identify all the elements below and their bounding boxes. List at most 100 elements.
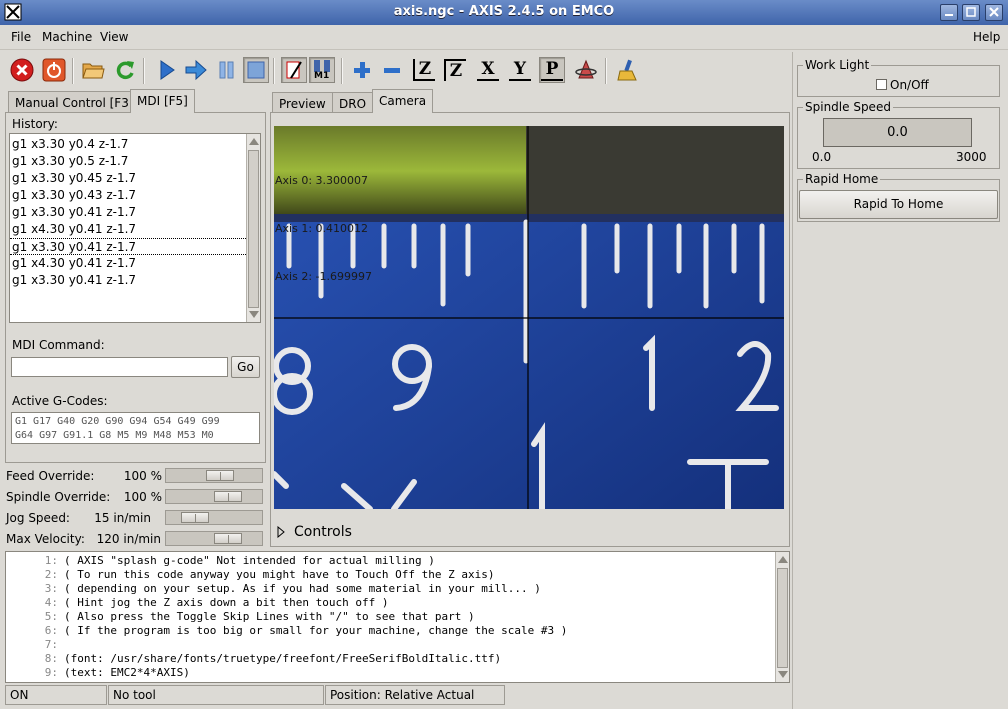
close-icon: [989, 7, 999, 17]
history-item[interactable]: g1 x3.30 y0.43 z-1.7: [10, 187, 246, 204]
history-item[interactable]: g1 x4.30 y0.41 z-1.7: [10, 221, 246, 238]
history-item[interactable]: g1 x3.30 y0.41 z-1.7: [10, 204, 246, 221]
feed-override-slider[interactable]: [165, 468, 263, 483]
status-position: Position: Relative Actual: [325, 685, 505, 705]
slider-knob[interactable]: [181, 512, 209, 523]
open-file-button[interactable]: [80, 57, 106, 83]
toolbar-separator: [72, 58, 74, 84]
view-p-button[interactable]: P: [539, 57, 565, 83]
gcode-listing[interactable]: 1:( AXIS "splash g-code" Not intended fo…: [5, 551, 790, 683]
gcode-line[interactable]: 1:( AXIS "splash g-code" Not intended fo…: [6, 554, 789, 568]
axis0-readout: Axis 0: 3.300007: [275, 174, 369, 187]
gcode-line[interactable]: 3:( depending on your setup. As if you h…: [6, 582, 789, 596]
gcode-line[interactable]: 6:( If the program is too big or small f…: [6, 624, 789, 638]
work-light-group: Work Light On/Off: [797, 58, 1000, 97]
gcode-line[interactable]: 4:( Hint jog the Z axis down a bit then …: [6, 596, 789, 610]
gcode-line[interactable]: 5:( Also press the Toggle Skip Lines wit…: [6, 610, 789, 624]
scroll-up-icon[interactable]: [249, 138, 259, 145]
step-icon: [185, 59, 207, 81]
feed-override-label: Feed Override:: [6, 469, 95, 483]
tab-preview[interactable]: Preview: [272, 92, 333, 113]
pause-button[interactable]: [213, 57, 239, 83]
block-delete-button[interactable]: [281, 57, 307, 83]
machine-power-icon: [42, 58, 66, 82]
tab-camera[interactable]: Camera: [372, 89, 434, 113]
view-x-button[interactable]: X: [475, 57, 501, 83]
rapid-to-home-button[interactable]: Rapid To Home: [799, 190, 998, 219]
scroll-down-icon[interactable]: [778, 671, 788, 678]
mdi-command-input[interactable]: [11, 357, 228, 377]
machine-power-button[interactable]: [41, 57, 67, 83]
history-scrollbar[interactable]: [246, 134, 260, 322]
active-gcodes-box: G1 G17 G40 G20 G90 G94 G54 G49 G99 G64 G9…: [11, 412, 260, 444]
work-light-title: Work Light: [803, 58, 872, 72]
rapid-home-title: Rapid Home: [803, 172, 881, 186]
estop-button[interactable]: [9, 57, 35, 83]
zoom-out-button[interactable]: [379, 57, 405, 83]
zoom-in-button[interactable]: [349, 57, 375, 83]
history-item[interactable]: g1 x3.30 y0.5 z-1.7: [10, 153, 246, 170]
maximize-button[interactable]: [962, 4, 980, 21]
scroll-down-icon[interactable]: [249, 311, 259, 318]
slider-knob[interactable]: [214, 533, 242, 544]
view-z-button[interactable]: Z: [411, 57, 437, 83]
tab-mdi[interactable]: MDI [F5]: [130, 89, 195, 113]
history-label: History:: [12, 117, 58, 131]
tab-manual-control[interactable]: Manual Control [F3]: [8, 91, 141, 113]
jog-speed-label: Jog Speed:: [6, 511, 70, 525]
history-item[interactable]: g1 x4.30 y0.41 z-1.7: [10, 255, 246, 272]
spindle-override-slider[interactable]: [165, 489, 263, 504]
slider-knob[interactable]: [214, 491, 242, 502]
optional-stop-label: M1: [314, 71, 330, 81]
rotate-icon: [575, 59, 597, 79]
scroll-thumb[interactable]: [248, 150, 259, 308]
toolbar: M1 Z Z X Y P: [0, 52, 792, 90]
clear-live-plot-button[interactable]: [615, 57, 641, 83]
rotate-button[interactable]: [573, 57, 599, 83]
spindle-speed-title: Spindle Speed: [803, 100, 893, 114]
history-item[interactable]: g1 x3.30 y0.45 z-1.7: [10, 170, 246, 187]
max-velocity-slider[interactable]: [165, 531, 263, 546]
run-button[interactable]: [153, 57, 179, 83]
jog-speed-value: 15 in/min: [94, 511, 151, 525]
menu-view[interactable]: View: [100, 30, 128, 44]
gcode-line[interactable]: 7:: [6, 638, 789, 652]
maximize-icon: [966, 7, 976, 17]
view-y-button[interactable]: Y: [507, 57, 533, 83]
jog-speed-slider[interactable]: [165, 510, 263, 525]
stop-button[interactable]: [243, 57, 269, 83]
history-item[interactable]: g1 x3.30 y0.4 z-1.7: [10, 136, 246, 153]
zoom-in-icon: [354, 62, 370, 78]
tab-dro[interactable]: DRO: [332, 92, 374, 113]
go-button[interactable]: Go: [231, 356, 260, 378]
minimize-button[interactable]: [940, 4, 958, 21]
reload-button[interactable]: [112, 57, 138, 83]
menu-bar: File Machine View Help: [0, 25, 1008, 50]
menu-file[interactable]: File: [11, 30, 31, 44]
title-bar: axis.ngc - AXIS 2.4.5 on EMCO: [0, 0, 1008, 25]
optional-stop-button[interactable]: M1: [309, 57, 335, 83]
gcode-scrollbar[interactable]: [775, 552, 789, 682]
feed-override-value: 100 %: [123, 469, 162, 483]
history-list[interactable]: g1 x3.30 y0.4 z-1.7 g1 x3.30 y0.5 z-1.7 …: [9, 133, 261, 323]
work-light-checkbox[interactable]: [876, 79, 887, 90]
status-machine-state: ON: [5, 685, 107, 705]
scroll-up-icon[interactable]: [778, 556, 788, 563]
gcode-line[interactable]: 2:( To run this code anyway you might ha…: [6, 568, 789, 582]
gcode-line[interactable]: 8: (font: /usr/share/fonts/truetype/freef…: [6, 652, 789, 666]
pause-icon: [219, 61, 234, 79]
view-z2-button[interactable]: Z: [442, 57, 468, 83]
slider-knob[interactable]: [206, 470, 234, 481]
menu-help[interactable]: Help: [973, 30, 1000, 44]
step-button[interactable]: [183, 57, 209, 83]
camera-view[interactable]: Axis 0: 3.300007 Axis 1: 0.410012 Axis 2…: [274, 126, 784, 509]
close-button[interactable]: [985, 4, 1003, 21]
scroll-thumb[interactable]: [777, 568, 788, 668]
view-x-icon: X: [477, 59, 499, 81]
toolbar-separator: [341, 58, 343, 84]
menu-machine[interactable]: Machine: [42, 30, 92, 44]
zoom-out-icon: [384, 68, 400, 73]
gcode-line[interactable]: 9: (text: EMC2*4*AXIS): [6, 666, 789, 680]
history-item[interactable]: g1 x3.30 y0.41 z-1.7: [10, 272, 246, 289]
history-item-selected[interactable]: g1 x3.30 y0.41 z-1.7: [10, 238, 246, 255]
